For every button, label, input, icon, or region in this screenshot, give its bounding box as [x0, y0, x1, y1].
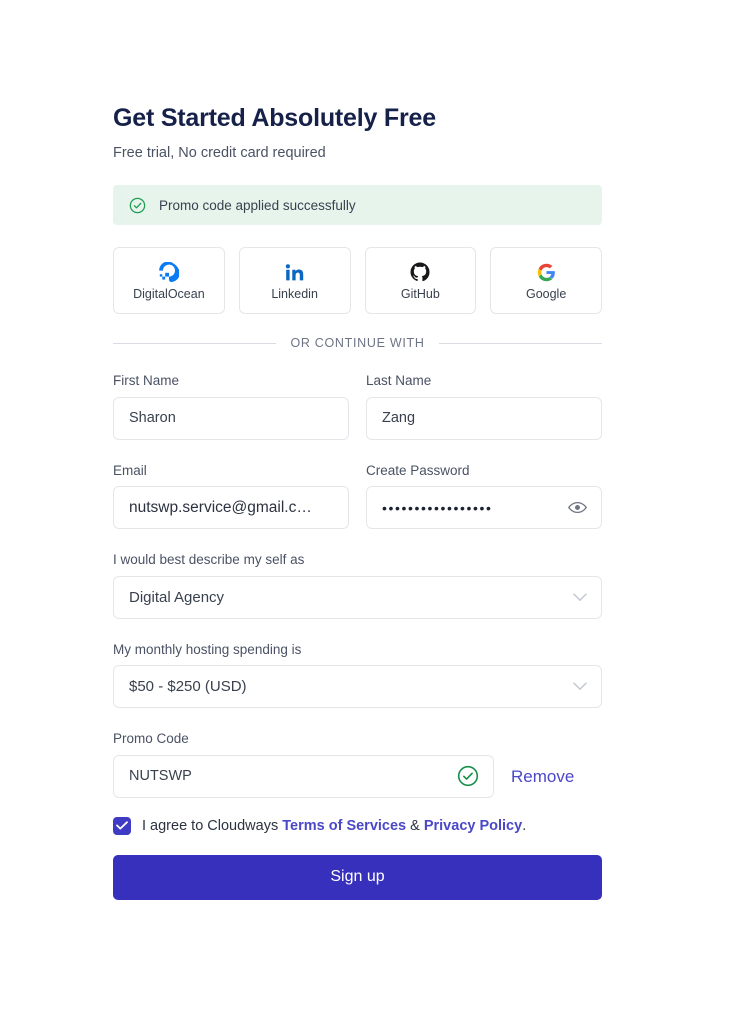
- first-name-input[interactable]: Sharon: [113, 396, 349, 440]
- last-name-label: Last Name: [366, 373, 432, 389]
- digitalocean-icon: [159, 261, 179, 283]
- last-name-value: Zang: [382, 410, 416, 427]
- agreement-suffix: .: [522, 817, 527, 834]
- google-icon: [537, 261, 556, 283]
- promo-code-input[interactable]: NUTSWP: [113, 754, 494, 798]
- agreement-separator: &: [406, 817, 424, 834]
- password-input[interactable]: •••••••••••••••••: [366, 486, 602, 530]
- email-value: nutswp.service@gmail.c…: [129, 498, 312, 516]
- last-name-input[interactable]: Zang: [366, 396, 602, 440]
- social-login-github[interactable]: GitHub: [364, 247, 477, 315]
- divider-line-right: [438, 342, 603, 344]
- spending-label: My monthly hosting spending is: [113, 641, 302, 657]
- privacy-policy-link[interactable]: Privacy Policy: [424, 818, 522, 834]
- promo-success-banner: Promo code applied successfully: [113, 185, 602, 226]
- email-input[interactable]: nutswp.service@gmail.c…: [113, 486, 349, 530]
- signup-form: Get Started Absolutely Free Free trial, …: [113, 103, 603, 900]
- email-label: Email: [113, 462, 147, 478]
- social-login-linkedin[interactable]: Linkedin: [238, 247, 351, 315]
- agreement-text: I agree to Cloudways Terms of Services &…: [142, 818, 526, 834]
- last-name-field: Last Name Zang: [366, 374, 602, 440]
- page-title: Get Started Absolutely Free: [113, 104, 436, 132]
- social-login-label: GitHub: [400, 287, 440, 302]
- divider-label: OR CONTINUE WITH: [290, 336, 425, 351]
- social-login-label: Google: [525, 287, 567, 302]
- remove-promo-button[interactable]: Remove: [511, 755, 574, 798]
- github-icon: [410, 261, 430, 283]
- social-login-digitalocean[interactable]: DigitalOcean: [113, 247, 225, 315]
- promo-code-label: Promo Code: [113, 731, 189, 747]
- promo-code-value: NUTSWP: [129, 768, 192, 785]
- chevron-down-icon[interactable]: [573, 593, 601, 602]
- check-circle-icon: [129, 197, 146, 214]
- linkedin-icon: [285, 261, 304, 283]
- social-login-label: DigitalOcean: [133, 287, 205, 302]
- chevron-down-icon[interactable]: [573, 682, 601, 691]
- signup-page: Get Started Absolutely Free Free trial, …: [0, 0, 738, 1024]
- credentials-row: Email nutswp.service@gmail.c… Create Pas…: [113, 464, 602, 530]
- spending-value: $50 - $250 (USD): [129, 678, 247, 696]
- password-label: Create Password: [366, 462, 470, 478]
- divider-line-left: [113, 342, 277, 344]
- password-value: •••••••••••••••••: [382, 499, 493, 516]
- terms-checkbox[interactable]: [113, 816, 131, 835]
- name-row: First Name Sharon Last Name Zang: [113, 374, 602, 440]
- describe-field: I would best describe my self as Digital…: [113, 553, 602, 619]
- describe-label: I would best describe my self as: [113, 552, 305, 568]
- describe-value: Digital Agency: [129, 588, 225, 606]
- spending-row: My monthly hosting spending is $50 - $25…: [113, 643, 602, 709]
- check-circle-icon: [457, 765, 493, 787]
- password-field: Create Password •••••••••••••••••: [366, 464, 602, 530]
- sign-up-button[interactable]: Sign up: [113, 854, 602, 900]
- page-subtitle: Free trial, No credit card required: [113, 145, 326, 161]
- spending-select[interactable]: $50 - $250 (USD): [113, 665, 602, 709]
- first-name-field: First Name Sharon: [113, 374, 349, 440]
- describe-row: I would best describe my self as Digital…: [113, 553, 602, 619]
- promo-success-text: Promo code applied successfully: [159, 197, 356, 213]
- promo-code-field: Promo Code NUTSWP: [113, 732, 494, 798]
- promo-code-row: Promo Code NUTSWP Remove: [113, 732, 602, 798]
- eye-icon[interactable]: [568, 501, 601, 514]
- email-field: Email nutswp.service@gmail.c…: [113, 464, 349, 530]
- divider: OR CONTINUE WITH: [113, 336, 603, 351]
- first-name-value: Sharon: [129, 410, 176, 427]
- social-login-row: DigitalOcean Linkedin GitHub Google: [113, 247, 602, 315]
- terms-of-services-link[interactable]: Terms of Services: [282, 818, 406, 834]
- social-login-label: Linkedin: [271, 287, 318, 302]
- social-login-google[interactable]: Google: [490, 247, 602, 315]
- spending-field: My monthly hosting spending is $50 - $25…: [113, 643, 602, 709]
- agreement-prefix: I agree to Cloudways: [142, 817, 283, 834]
- agreement-row: I agree to Cloudways Terms of Services &…: [113, 816, 602, 835]
- describe-select[interactable]: Digital Agency: [113, 575, 602, 619]
- first-name-label: First Name: [113, 373, 180, 389]
